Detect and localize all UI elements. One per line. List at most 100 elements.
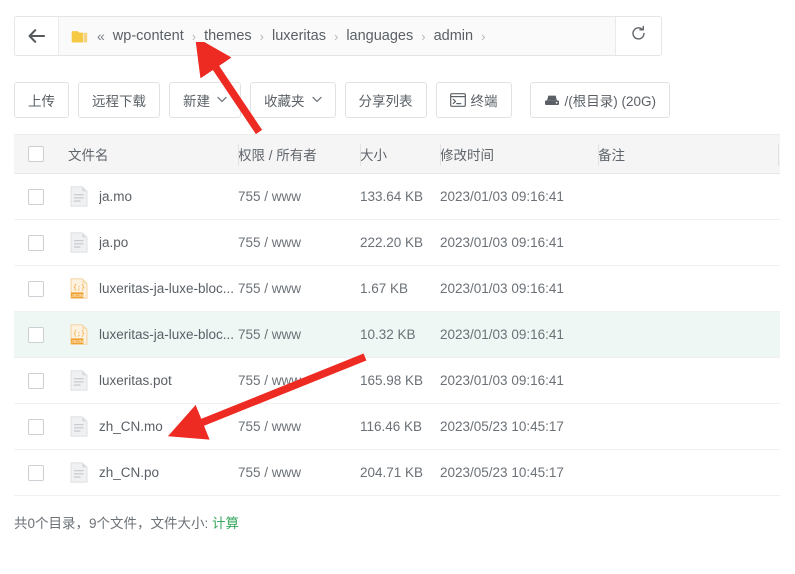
file-name-link[interactable]: ja.po: [99, 235, 128, 250]
refresh-icon: [630, 25, 647, 47]
file-permission-cell: 755 / www: [238, 418, 360, 436]
breadcrumb-item-wp-content[interactable]: wp-content: [113, 28, 184, 44]
row-checkbox[interactable]: [28, 326, 44, 343]
favorites-button[interactable]: 收藏夹: [250, 82, 336, 118]
breadcrumb-item-languages[interactable]: languages: [346, 28, 413, 44]
row-checkbox-cell: [14, 234, 58, 251]
terminal-icon: [449, 93, 466, 107]
svg-text:{;}: {;}: [73, 329, 85, 337]
file-size-cell: 204.71 KB: [360, 464, 440, 482]
svg-text:JSON: JSON: [71, 293, 83, 298]
file-name-link[interactable]: zh_CN.mo: [99, 419, 163, 434]
column-divider: [598, 144, 599, 166]
file-permission-cell: 755 / www: [238, 234, 360, 252]
file-permission-text: 755 / www: [238, 280, 302, 296]
column-header-note[interactable]: 备注: [598, 144, 778, 165]
file-permission-text: 755 / www: [238, 418, 302, 434]
row-checkbox[interactable]: [28, 188, 44, 205]
file-mtime-cell: 2023/01/03 09:16:41: [440, 280, 598, 298]
row-checkbox-cell: [14, 280, 58, 297]
arrow-left-icon: [28, 29, 46, 43]
file-name-link[interactable]: zh_CN.po: [99, 465, 159, 480]
file-doc-icon: [68, 462, 90, 483]
breadcrumb-overflow-icon[interactable]: «: [97, 28, 105, 44]
file-size-cell: 222.20 KB: [360, 234, 440, 252]
table-row[interactable]: zh_CN.po 755 / www 204.71 KB 2023/05/23 10:…: [14, 450, 780, 496]
file-doc-icon: [68, 186, 90, 207]
file-permission-cell: 755 / www: [238, 280, 360, 298]
file-name-cell: {;} JSON luxeritas-ja-luxe-bloc...: [58, 324, 238, 345]
table-row[interactable]: luxeritas.pot 755 / www 165.98 KB 2023/01/0…: [14, 358, 780, 404]
column-header-perm[interactable]: 权限 / 所有者: [238, 144, 360, 165]
table-row[interactable]: zh_CN.mo 755 / www 116.46 KB 2023/05/23 10:…: [14, 404, 780, 450]
file-size-text: 133.64 KB: [360, 188, 424, 204]
table-row[interactable]: ja.po 755 / www 222.20 KB 2023/01/03 09:16:…: [14, 220, 780, 266]
column-divider: [440, 144, 441, 166]
file-mtime-text: 2023/05/23 10:45:17: [440, 464, 564, 480]
table-row[interactable]: {;} JSON luxeritas-ja-luxe-bloc... 755 / ww…: [14, 266, 780, 312]
file-name-link[interactable]: luxeritas-ja-luxe-bloc...: [99, 281, 234, 296]
column-header-size[interactable]: 大小: [360, 144, 440, 165]
file-table: 文件名 权限 / 所有者 大小 修改时间 备注 ja.mo 755 / www 13…: [14, 134, 780, 496]
breadcrumb-item-admin[interactable]: admin: [434, 28, 474, 44]
favorites-button-label: 收藏夹: [264, 94, 305, 109]
file-mtime-text: 2023/01/03 09:16:41: [440, 372, 564, 388]
share-list-button[interactable]: 分享列表: [344, 82, 427, 118]
select-all-checkbox-cell: [14, 146, 58, 162]
toolbar: 上传 远程下载 新建 收藏夹 分享列表 终端 /(根目录) (20G): [14, 82, 679, 118]
file-mtime-text: 2023/01/03 09:16:41: [440, 326, 564, 342]
file-size-text: 10.32 KB: [360, 326, 416, 342]
file-name-link[interactable]: luxeritas-ja-luxe-bloc...: [99, 327, 234, 342]
disk-root-button[interactable]: /(根目录) (20G): [529, 82, 671, 118]
file-permission-cell: 755 / www: [238, 464, 360, 482]
file-size-cell: 1.67 KB: [360, 280, 440, 298]
file-doc-icon: [68, 370, 90, 391]
table-row[interactable]: ja.mo 755 / www 133.64 KB 2023/01/03 09:16:…: [14, 174, 780, 220]
file-permission-cell: 755 / www: [238, 188, 360, 206]
chevron-down-icon: [217, 94, 227, 106]
file-mtime-text: 2023/05/23 10:45:17: [440, 418, 564, 434]
remote-download-button[interactable]: 远程下载: [78, 82, 160, 118]
row-checkbox-cell: [14, 464, 58, 481]
new-button[interactable]: 新建: [169, 82, 241, 118]
file-size-text: 204.71 KB: [360, 464, 424, 480]
file-name-link[interactable]: ja.mo: [99, 189, 132, 204]
row-checkbox[interactable]: [28, 280, 44, 297]
breadcrumb-item-luxeritas[interactable]: luxeritas: [272, 28, 326, 44]
disk-icon: [544, 93, 560, 107]
select-all-checkbox[interactable]: [28, 146, 44, 162]
table-row[interactable]: {;} JSON luxeritas-ja-luxe-bloc... 755 / ww…: [14, 312, 780, 358]
calculate-size-link[interactable]: 计算: [212, 516, 239, 531]
column-divider: [360, 144, 361, 166]
row-checkbox[interactable]: [28, 464, 44, 481]
file-mtime-text: 2023/01/03 09:16:41: [440, 188, 564, 204]
terminal-button[interactable]: 终端: [435, 82, 512, 118]
breadcrumb-item-themes[interactable]: themes: [204, 28, 252, 44]
upload-button[interactable]: 上传: [14, 82, 69, 118]
file-name-cell: zh_CN.po: [58, 462, 238, 483]
disk-root-button-label: /(根目录) (20G): [564, 94, 657, 109]
row-checkbox-cell: [14, 188, 58, 205]
file-manager-page: « wp-content › themes › luxeritas › lang…: [0, 0, 795, 574]
status-summary: 共0个目录，9个文件，文件大小: 计算: [14, 512, 239, 532]
file-size-cell: 116.46 KB: [360, 418, 440, 436]
column-header-name[interactable]: 文件名: [58, 144, 238, 164]
row-checkbox[interactable]: [28, 418, 44, 435]
folder-icon: [71, 29, 88, 44]
file-doc-icon: [68, 416, 90, 437]
row-checkbox[interactable]: [28, 372, 44, 389]
file-permission-text: 755 / www: [238, 188, 302, 204]
column-header-time[interactable]: 修改时间: [440, 144, 598, 165]
file-permission-text: 755 / www: [238, 326, 302, 342]
table-header-row: 文件名 权限 / 所有者 大小 修改时间 备注: [14, 134, 780, 174]
row-checkbox[interactable]: [28, 234, 44, 251]
file-permission-text: 755 / www: [238, 372, 302, 388]
breadcrumb-separator: ›: [421, 28, 426, 44]
file-mtime-text: 2023/01/03 09:16:41: [440, 234, 564, 250]
column-header-note-label: 备注: [598, 147, 625, 163]
file-name-cell: zh_CN.mo: [58, 416, 238, 437]
back-button[interactable]: [15, 17, 59, 55]
file-name-link[interactable]: luxeritas.pot: [99, 373, 172, 388]
row-checkbox-cell: [14, 372, 58, 389]
refresh-button[interactable]: [615, 17, 661, 55]
